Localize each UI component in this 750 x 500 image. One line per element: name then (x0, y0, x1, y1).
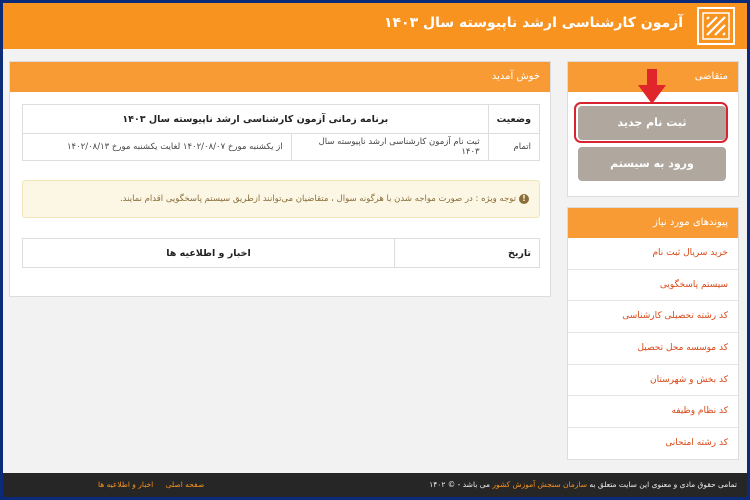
welcome-panel: خوش آمدید وضعیت برنامه زمانی آزمون کارشن… (9, 61, 551, 297)
welcome-panel-title: خوش آمدید (10, 62, 550, 92)
organization-link[interactable]: سازمان سنجش آموزش کشور (492, 480, 587, 489)
page-frame: آزمون کارشناسی ارشد ناپیوسته سال ۱۴۰۳ مت… (3, 3, 747, 497)
site-title: آزمون کارشناسی ارشد ناپیوسته سال ۱۴۰۳ (383, 15, 683, 31)
table-row: اتمام ثبت نام آزمون کارشناسی ارشد ناپیوس… (22, 133, 541, 161)
register-highlight-outline (574, 102, 728, 143)
login-button[interactable]: ورود به سیستم (578, 147, 726, 181)
news-header: اخبار و اطلاعیه ها (22, 238, 395, 268)
arrow-down-icon (638, 69, 666, 104)
link-buy-serial[interactable]: خرید سریال ثبت نام (568, 238, 738, 270)
sanjesh-logo-icon[interactable] (697, 7, 735, 45)
news-table: تاریخ اخبار و اطلاعیه ها (22, 238, 540, 268)
copyright-suffix: می باشد - © ۱۴۰۲ (429, 480, 490, 489)
event-cell: ثبت نام آزمون کارشناسی ارشد ناپیوسته سال… (290, 133, 489, 161)
links-panel-title: پیوندهای مورد نیاز (568, 208, 738, 238)
footer-link-home[interactable]: صفحه اصلی (166, 480, 205, 489)
copyright-prefix: تمامی حقوق مادی و معنوی این سایت متعلق ب… (589, 480, 737, 489)
status-header: وضعیت (487, 104, 541, 134)
link-military-code[interactable]: کد نظام وظیفه (568, 396, 738, 429)
schedule-header: برنامه زمانی آزمون کارشناسی ارشد ناپیوست… (22, 104, 489, 134)
footer-link-news[interactable]: اخبار و اطلاعیه ها (98, 480, 153, 489)
notice-box: !توجه ویژه : در صورت مواجه شدن با هرگونه… (22, 180, 540, 218)
status-cell: اتمام (487, 133, 541, 161)
schedule-table: وضعیت برنامه زمانی آزمون کارشناسی ارشد ن… (22, 104, 541, 161)
link-county-code[interactable]: کد بخش و شهرستان (568, 365, 738, 397)
link-support-system[interactable]: سیستم پاسخگویی (568, 270, 738, 302)
news-header-row: تاریخ اخبار و اطلاعیه ها (22, 238, 540, 268)
link-bachelor-field-code[interactable]: کد رشته تحصیلی کارشناسی (568, 301, 738, 334)
date-range-cell: از یکشنبه مورخ ۱۴۰۲/۰۸/۰۷ لغایت یکشنبه م… (22, 133, 292, 161)
site-footer: تمامی حقوق مادی و معنوی این سایت متعلق ب… (3, 473, 747, 497)
required-links-panel: پیوندهای مورد نیاز خرید سریال ثبت نام سی… (567, 207, 739, 460)
footer-links: صفحه اصلی اخبار و اطلاعیه ها (88, 473, 204, 497)
link-institution-code[interactable]: کد موسسه محل تحصیل (568, 333, 738, 365)
copyright-text: تمامی حقوق مادی و معنوی این سایت متعلق ب… (429, 473, 737, 497)
link-exam-field-code[interactable]: کد رشته امتحانی (568, 428, 738, 459)
info-icon: ! (519, 193, 529, 204)
date-header: تاریخ (394, 238, 540, 268)
notice-text: توجه ویژه : در صورت مواجه شدن با هرگونه … (119, 194, 516, 204)
site-header: آزمون کارشناسی ارشد ناپیوسته سال ۱۴۰۳ (3, 3, 747, 49)
schedule-header-row: وضعیت برنامه زمانی آزمون کارشناسی ارشد ن… (22, 104, 541, 134)
